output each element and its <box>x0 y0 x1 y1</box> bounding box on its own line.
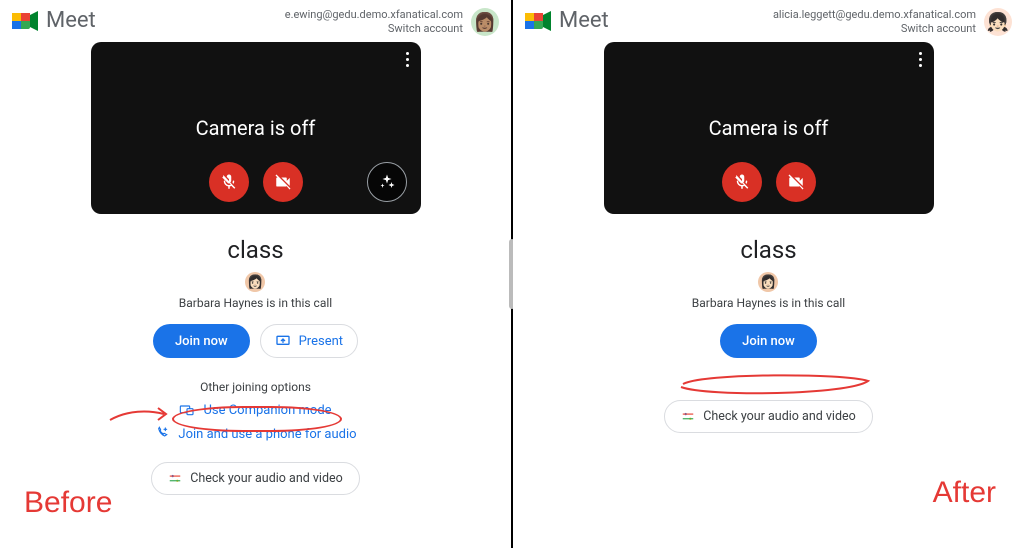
check-audio-video-button[interactable]: Check your audio and video <box>151 462 360 495</box>
meet-logo-icon <box>12 9 40 33</box>
meeting-name: class <box>227 236 283 264</box>
after-pane: Meet alicia.leggett@gedu.demo.xfanatical… <box>513 0 1024 548</box>
sparkle-icon <box>378 173 396 191</box>
phone-audio-link[interactable]: Join and use a phone for audio <box>154 426 356 442</box>
brand: Meet <box>12 8 96 33</box>
camera-status-text: Camera is off <box>709 116 829 140</box>
switch-account-link[interactable]: Switch account <box>773 22 976 36</box>
account-email: e.ewing@gedu.demo.xfanatical.com <box>285 8 463 22</box>
account-avatar[interactable]: 👧🏻 <box>984 8 1012 36</box>
camera-status-text: Camera is off <box>196 116 316 140</box>
video-preview-tile: Camera is off <box>91 42 421 214</box>
meet-logo-icon <box>525 9 553 33</box>
account-area: e.ewing@gedu.demo.xfanatical.com Switch … <box>285 8 499 36</box>
more-options-button[interactable] <box>406 52 409 67</box>
camera-toggle-button[interactable] <box>776 162 816 202</box>
microphone-toggle-button[interactable] <box>209 162 249 202</box>
brand-name: Meet <box>46 8 96 33</box>
visual-effects-button[interactable] <box>367 162 407 202</box>
check-audio-video-button[interactable]: Check your audio and video <box>664 400 873 433</box>
account-area: alicia.leggett@gedu.demo.xfanatical.com … <box>773 8 1012 36</box>
video-preview-tile: Camera is off <box>604 42 934 214</box>
join-now-button[interactable]: Join now <box>153 324 250 358</box>
meeting-name: class <box>740 236 796 264</box>
participant-avatar: 👩🏻 <box>758 272 778 292</box>
account-avatar[interactable]: 👩🏽 <box>471 8 499 36</box>
other-options-title: Other joining options <box>200 380 311 394</box>
participant-avatar: 👩🏻 <box>245 272 265 292</box>
sliders-icon <box>168 472 182 486</box>
sliders-icon <box>681 410 695 424</box>
phone-icon <box>154 426 170 442</box>
companion-mode-link[interactable]: Use Companion mode <box>179 402 331 418</box>
mic-off-icon <box>733 173 751 191</box>
brand-name: Meet <box>559 8 609 33</box>
camera-toggle-button[interactable] <box>263 162 303 202</box>
after-label-annotation: After <box>933 476 996 510</box>
in-call-text: Barbara Haynes is in this call <box>179 296 332 310</box>
microphone-toggle-button[interactable] <box>722 162 762 202</box>
companion-icon <box>179 402 195 418</box>
in-call-text: Barbara Haynes is in this call <box>692 296 845 310</box>
switch-account-link[interactable]: Switch account <box>285 22 463 36</box>
present-icon <box>275 333 291 349</box>
mic-off-icon <box>220 173 238 191</box>
more-options-button[interactable] <box>919 52 922 67</box>
camera-off-icon <box>274 173 292 191</box>
account-email: alicia.leggett@gedu.demo.xfanatical.com <box>773 8 976 22</box>
camera-off-icon <box>787 173 805 191</box>
join-now-button[interactable]: Join now <box>720 324 817 358</box>
present-button[interactable]: Present <box>260 324 358 358</box>
before-pane: Meet e.ewing@gedu.demo.xfanatical.com Sw… <box>0 0 511 548</box>
brand: Meet <box>525 8 609 33</box>
